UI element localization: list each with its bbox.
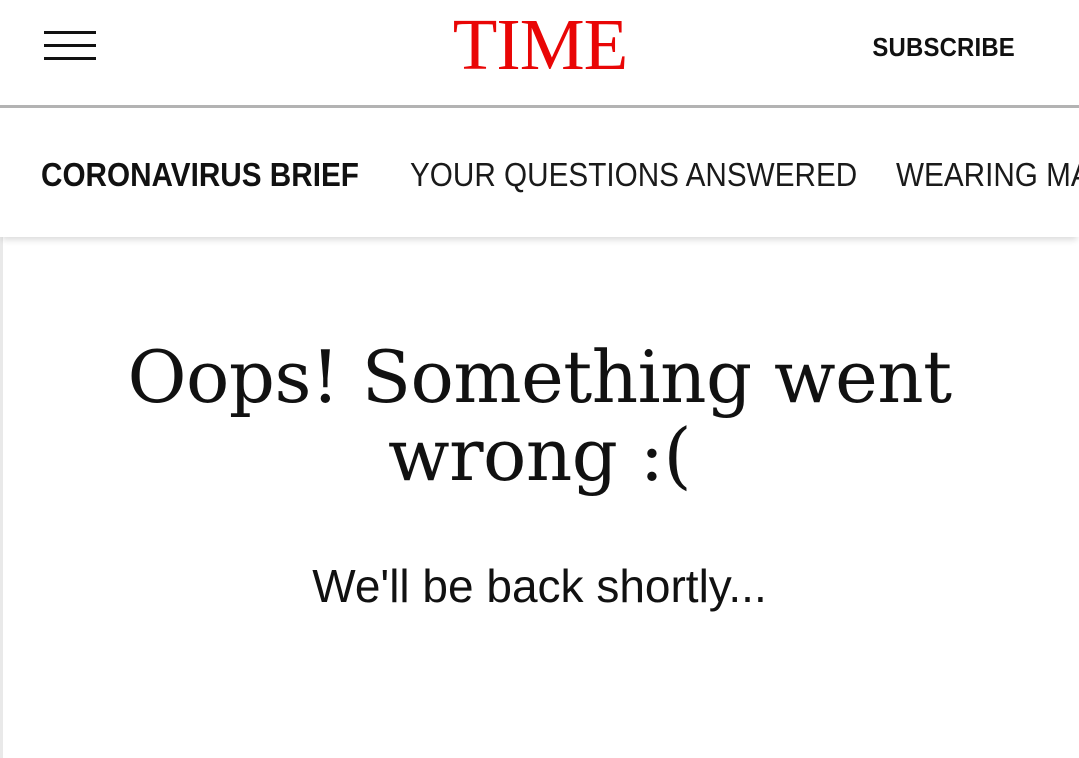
topic-subnav: CORONAVIRUS BRIEF YOUR QUESTIONS ANSWERE… bbox=[0, 111, 1079, 237]
error-content-area bbox=[0, 237, 1079, 758]
error-heading: Oops! Something went wrong :( bbox=[60, 338, 1019, 494]
subnav-item-coronavirus-brief[interactable]: CORONAVIRUS BRIEF bbox=[41, 155, 359, 195]
menu-bar-top bbox=[44, 31, 96, 34]
subnav-item-your-questions-answered[interactable]: YOUR QUESTIONS ANSWERED bbox=[410, 155, 857, 195]
subnav-item-wearing-masks[interactable]: WEARING MA bbox=[896, 155, 1079, 195]
error-heading-line-2: wrong :( bbox=[387, 413, 692, 497]
hamburger-menu-icon[interactable] bbox=[44, 31, 96, 61]
menu-bar-middle bbox=[44, 44, 96, 47]
menu-bar-bottom bbox=[44, 57, 96, 60]
error-message: We'll be back shortly... bbox=[312, 560, 767, 612]
subscribe-button[interactable]: SUBSCRIBE bbox=[872, 29, 1015, 65]
time-logo[interactable]: TIME bbox=[436, 6, 644, 82]
error-heading-line-1: Oops! Something went bbox=[127, 335, 952, 419]
top-header: TIME SUBSCRIBE bbox=[0, 0, 1079, 108]
